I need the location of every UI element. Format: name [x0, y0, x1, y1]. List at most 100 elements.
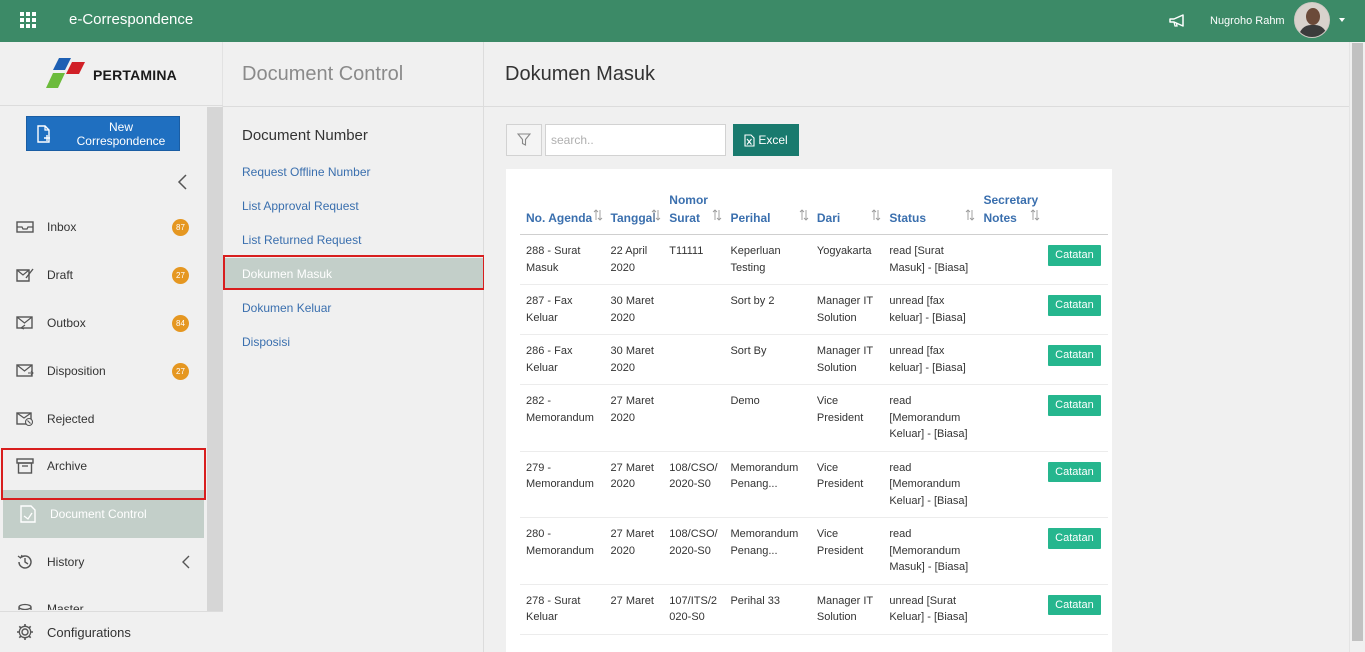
configurations-link[interactable]: Configurations [0, 611, 223, 652]
archive-icon [15, 457, 35, 475]
sidebar-item-label: Master [47, 602, 84, 610]
excel-export-button[interactable]: Excel [733, 124, 799, 156]
link-request-offline-number[interactable]: Request Offline Number [223, 156, 484, 188]
link-list-returned-request[interactable]: List Returned Request [223, 224, 484, 256]
inbox-icon [15, 218, 35, 236]
column-label: Dari [816, 211, 841, 225]
avatar[interactable] [1294, 2, 1330, 38]
user-menu-caret-icon[interactable] [1339, 18, 1345, 22]
cell-notes [977, 584, 1043, 635]
cell-agenda: 286 - Fax Keluar [520, 334, 605, 385]
sidebar-item-label: Rejected [47, 412, 95, 426]
table-row[interactable]: 279 - Memorandum 27 Maret 2020 108/CSO/2… [520, 451, 1108, 518]
cell-action: Catatan [1042, 584, 1108, 635]
cell-dari: Vice President [810, 517, 884, 585]
sidebar: PERTAMINA New Correspondence Inbox 87 Dr… [0, 42, 223, 652]
sidebar-item-archive[interactable]: Archive [0, 442, 205, 490]
column-label: Status [889, 211, 927, 225]
sort-icon[interactable] [799, 209, 809, 221]
sidebar-item-master[interactable]: Master [0, 586, 205, 610]
cell-dari: Manager IT Solution [810, 584, 884, 635]
sort-icon[interactable] [712, 209, 722, 221]
sidebar-item-label: Outbox [47, 316, 86, 330]
sidebar-item-label: Archive [47, 459, 88, 473]
cell-action: Catatan [1042, 284, 1108, 335]
excel-file-icon [744, 133, 755, 147]
cell-status: read [Memorandum Keluar] - [Biasa] [883, 451, 978, 518]
cell-status: unread [Surat Keluar] - [Biasa] [883, 584, 978, 635]
column-header-no-agenda[interactable]: No. Agenda [520, 191, 605, 235]
cell-perihal: Keperluan Testing [724, 234, 811, 285]
scrollbar-thumb[interactable] [1352, 43, 1363, 641]
app-title: e-Correspondence [69, 11, 194, 28]
cell-notes [977, 384, 1043, 452]
sort-icon[interactable] [965, 209, 975, 221]
top-bar: e-Correspondence Nugroho Rahm [0, 0, 1365, 42]
table-row[interactable]: 287 - Fax Keluar 30 Maret 2020 Sort by 2… [520, 284, 1108, 335]
cell-notes [977, 451, 1043, 518]
link-dokumen-masuk[interactable]: Dokumen Masuk [223, 258, 484, 290]
table-header-row: No. Agenda Tanggal Nomor Surat Perihal D… [520, 191, 1108, 235]
cell-nomor: 107/ITS/2020-S0 [663, 584, 725, 635]
cell-tanggal: 27 Maret 2020 [604, 451, 664, 518]
column-header-status[interactable]: Status [883, 191, 978, 235]
catatan-button[interactable]: Catatan [1048, 395, 1101, 416]
sidebar-item-disposition[interactable]: Disposition 27 [0, 347, 205, 395]
table-row[interactable]: 282 - Memorandum 27 Maret 2020 Demo Vice… [520, 384, 1108, 452]
cell-perihal: Memorandum Penang... [724, 517, 811, 585]
cell-dari: Yogyakarta [810, 234, 884, 285]
link-dokumen-keluar[interactable]: Dokumen Keluar [223, 292, 484, 324]
filter-button[interactable] [506, 124, 542, 156]
sidebar-item-draft[interactable]: Draft 27 [0, 251, 205, 299]
cell-perihal: Sort By [724, 334, 811, 385]
new-correspondence-button[interactable]: New Correspondence [26, 116, 180, 151]
table-row[interactable]: 288 - Surat Masuk 22 April 2020 T11111 K… [520, 234, 1108, 285]
inbox-count-badge: 87 [172, 219, 189, 236]
new-document-icon [37, 124, 50, 143]
cell-action: Catatan [1042, 451, 1108, 518]
table-row[interactable]: 278 - Surat Keluar 27 Maret 107/ITS/2020… [520, 584, 1108, 635]
cell-perihal: Demo [724, 384, 811, 452]
cell-notes [977, 284, 1043, 335]
page-title: Dokumen Masuk [505, 63, 656, 85]
sidebar-scrollbar[interactable] [207, 107, 223, 652]
column-header-nomor-surat[interactable]: Nomor Surat [663, 191, 725, 235]
catatan-button[interactable]: Catatan [1048, 594, 1101, 615]
cell-notes [977, 234, 1043, 285]
cell-dari: Manager IT Solution [810, 334, 884, 385]
page-scrollbar[interactable] [1349, 42, 1365, 652]
sidebar-item-outbox[interactable]: Outbox 84 [0, 299, 205, 347]
catatan-button[interactable]: Catatan [1048, 345, 1101, 366]
catatan-button[interactable]: Catatan [1048, 245, 1101, 266]
table-row[interactable]: 286 - Fax Keluar 30 Maret 2020 Sort By M… [520, 334, 1108, 385]
sort-icon[interactable] [871, 209, 881, 221]
megaphone-icon[interactable] [1168, 12, 1188, 30]
catatan-button[interactable]: Catatan [1048, 295, 1101, 316]
link-list-approval-request[interactable]: List Approval Request [223, 190, 484, 222]
cell-tanggal: 27 Maret 2020 [604, 384, 664, 452]
catatan-button[interactable]: Catatan [1048, 528, 1101, 549]
filter-icon [517, 133, 531, 146]
sidebar-item-rejected[interactable]: Rejected [0, 395, 205, 443]
cell-nomor [663, 284, 725, 335]
sidebar-item-document-control[interactable]: Document Control [3, 490, 204, 538]
table-row[interactable]: 280 - Memorandum 27 Maret 2020 108/CSO/2… [520, 517, 1108, 585]
link-disposisi[interactable]: Disposisi [223, 326, 484, 358]
catatan-button[interactable]: Catatan [1048, 461, 1101, 482]
expand-history-chevron-icon[interactable] [181, 555, 191, 569]
sidebar-item-history[interactable]: History [0, 538, 205, 586]
column-header-perihal[interactable]: Perihal [724, 191, 811, 235]
sort-icon[interactable] [593, 209, 603, 221]
column-header-secretary-notes[interactable]: Secretary Notes [977, 191, 1043, 235]
user-name[interactable]: Nugroho Rahm [1210, 15, 1285, 27]
sort-icon[interactable] [1030, 209, 1040, 221]
apps-grid-icon[interactable] [20, 12, 36, 28]
sort-icon[interactable] [651, 209, 661, 221]
history-icon [15, 553, 35, 571]
sidebar-item-inbox[interactable]: Inbox 87 [0, 203, 205, 251]
column-header-dari[interactable]: Dari [810, 191, 884, 235]
search-input[interactable] [545, 124, 726, 156]
collapse-sidebar-icon[interactable] [176, 173, 190, 191]
column-header-tanggal[interactable]: Tanggal [604, 191, 664, 235]
cell-tanggal: 30 Maret 2020 [604, 334, 664, 385]
